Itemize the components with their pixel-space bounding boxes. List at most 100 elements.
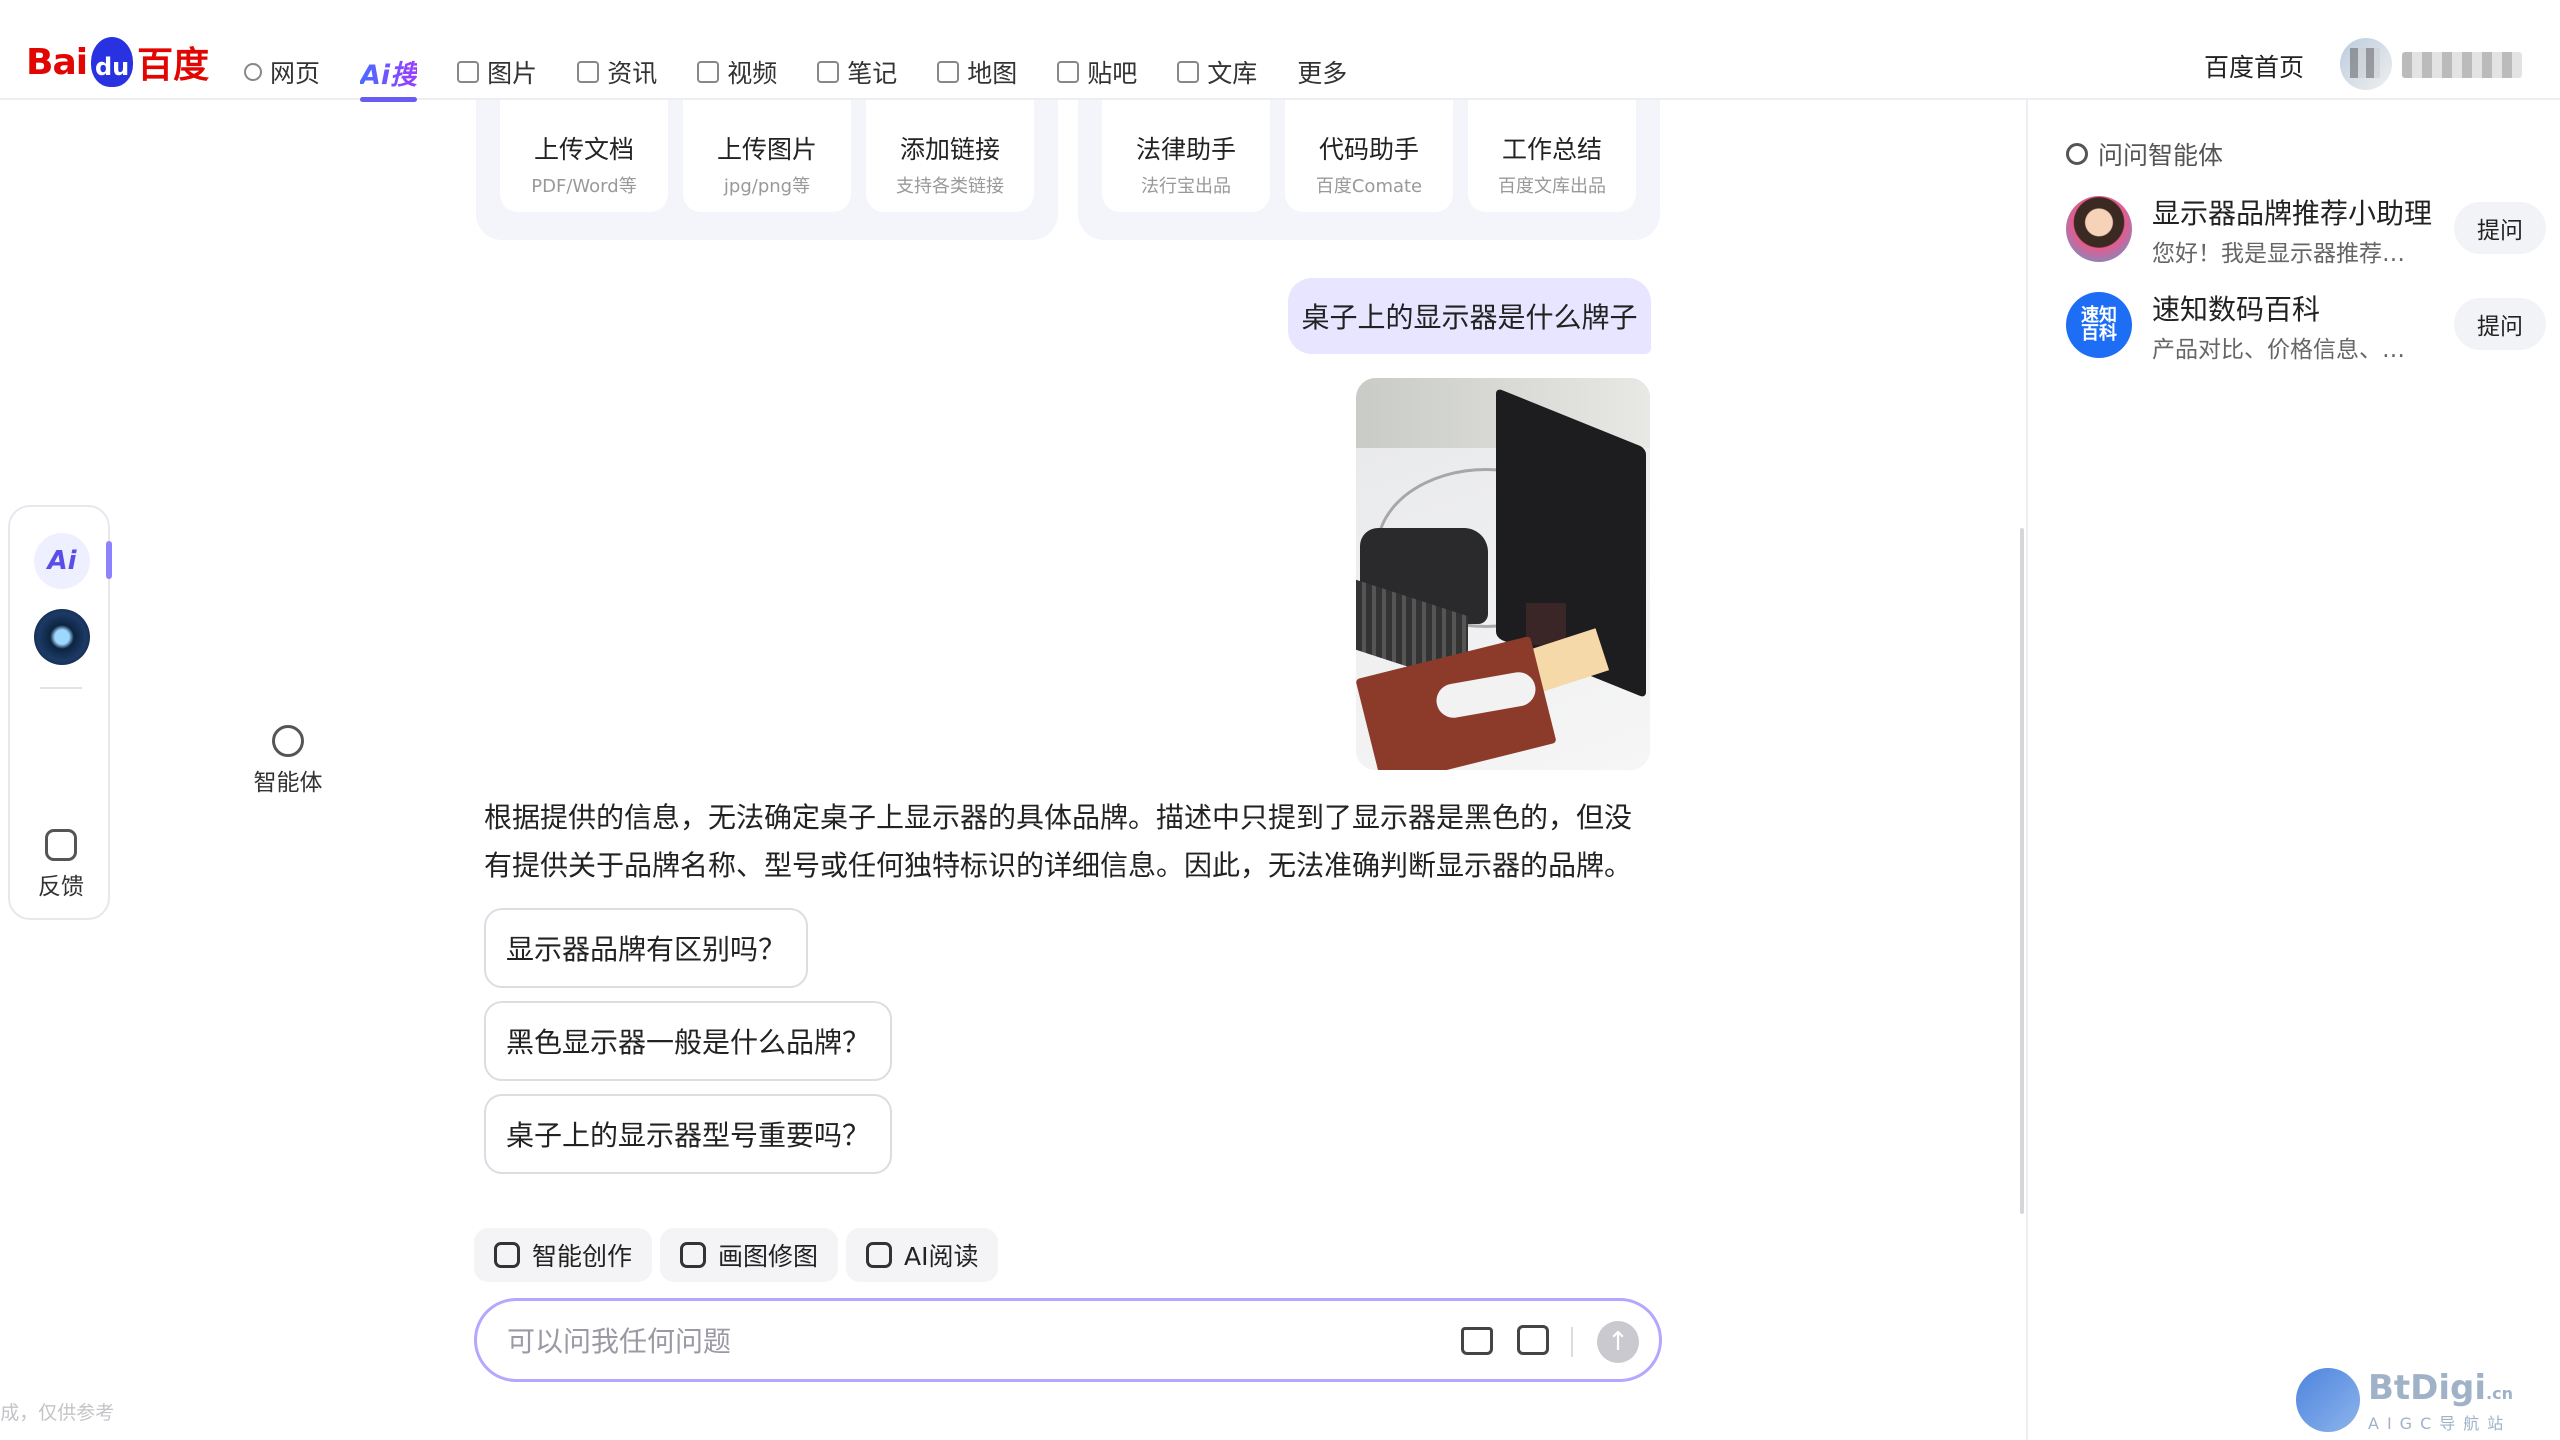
nav-label: 网页 — [270, 59, 321, 88]
nav-label: 更多 — [1297, 59, 1348, 88]
ask-button[interactable]: 提问 — [2454, 298, 2546, 350]
card-subtitle: jpg/png等 — [723, 176, 811, 197]
bot-avatar-button[interactable] — [34, 609, 90, 665]
send-button[interactable]: ↑ — [1597, 1321, 1639, 1363]
nav-tabs: 网页 Ai搜 图片 资讯 视频 笔记 地图 贴吧 文库 更多 — [244, 52, 1387, 102]
suggestion-chip[interactable]: 桌子上的显示器型号重要吗？ — [484, 1094, 893, 1174]
nav-notes[interactable]: 笔记 — [817, 52, 897, 92]
logo-text-du: du — [94, 53, 130, 81]
nav-tieba[interactable]: 贴吧 — [1057, 52, 1137, 92]
tieba-icon — [1057, 61, 1080, 83]
divider — [40, 687, 82, 689]
watermark-name: BtDigi — [2368, 1368, 2487, 1408]
chat-input[interactable] — [507, 1319, 1407, 1363]
divider — [1571, 1327, 1573, 1357]
skill-draw-edit[interactable]: 画图修图 — [660, 1228, 839, 1282]
agent-item[interactable]: 显示器品牌推荐小助理 您好！我是显示器推荐… 提问 — [2066, 192, 2546, 267]
agent-name: 显示器品牌推荐小助理 — [2152, 197, 2433, 230]
ask-button[interactable]: 提问 — [2454, 202, 2546, 254]
card-title: 代码助手 — [1318, 135, 1419, 164]
nav-label: 视频 — [727, 59, 778, 88]
card-subtitle: 法行宝出品 — [1141, 176, 1231, 197]
book-icon — [866, 1242, 892, 1268]
watermark-title: BtDigi.cn — [2368, 1368, 2513, 1408]
upload-doc-card[interactable]: 上传文档 PDF/Word等 — [500, 100, 668, 212]
agent-check-icon — [2066, 143, 2088, 165]
nav-news[interactable]: 资讯 — [577, 52, 657, 92]
feedback-label: 反馈 — [38, 874, 84, 900]
skill-label: 智能创作 — [532, 1242, 633, 1271]
agent-avatar — [2066, 196, 2132, 262]
library-icon — [1177, 61, 1200, 83]
nav-label: 地图 — [967, 59, 1018, 88]
upload-image-card[interactable]: 上传图片 jpg/png等 — [683, 100, 851, 212]
card-subtitle: 百度文库出品 — [1498, 176, 1606, 197]
map-icon — [937, 61, 960, 83]
nav-more[interactable]: 更多 — [1297, 52, 1347, 92]
agent-name: 速知数码百科 — [2152, 293, 2321, 326]
card-title: 法律助手 — [1135, 135, 1236, 164]
card-title: 添加链接 — [899, 135, 1000, 164]
ai-disclaimer: 内容由AI生成，仅供参考 — [0, 1398, 2200, 1425]
nav-images[interactable]: 图片 — [457, 52, 537, 92]
baidu-home-link[interactable]: 百度首页 — [2204, 48, 2304, 84]
skill-ai-read[interactable]: AI阅读 — [846, 1228, 999, 1282]
nav-video[interactable]: 视频 — [697, 52, 777, 92]
add-link-card[interactable]: 添加链接 支持各类链接 — [866, 100, 1034, 212]
nav-map[interactable]: 地图 — [937, 52, 1017, 92]
agent-label: 智能体 — [253, 770, 323, 796]
nav-ai-search[interactable]: Ai搜 — [360, 52, 418, 102]
assistants-panel: 法律助手 法行宝出品 代码助手 百度Comate 工作总结 百度文库出品 — [1078, 100, 1660, 240]
skill-label: AI阅读 — [904, 1242, 979, 1271]
scrollbar[interactable] — [2020, 528, 2024, 1214]
watermark-suffix: .cn — [2486, 1384, 2513, 1403]
nav-web[interactable]: 网页 — [244, 52, 320, 92]
feedback-button[interactable]: 反馈 — [10, 829, 112, 901]
panel-title-text: 问问智能体 — [2098, 141, 2224, 170]
top-nav-bar: Bai du 百度 网页 Ai搜 图片 资讯 视频 笔记 地图 贴吧 文库 更多… — [0, 0, 2560, 102]
avatar[interactable] — [2340, 38, 2392, 90]
video-icon — [697, 61, 720, 83]
ai-search-button[interactable]: Ai — [34, 533, 90, 589]
watermark-subtitle: AIGC导航站 — [2368, 1414, 2512, 1433]
nav-library[interactable]: 文库 — [1177, 52, 1257, 92]
agent-avatar: 速知百科 — [2066, 292, 2132, 358]
logo-text-bai: Bai — [26, 41, 88, 83]
active-indicator — [106, 541, 112, 579]
skill-label: 画图修图 — [718, 1242, 819, 1271]
nav-label: 文库 — [1207, 59, 1258, 88]
folder-icon[interactable] — [1461, 1327, 1493, 1355]
card-title: 工作总结 — [1501, 135, 1602, 164]
suggestion-chip[interactable]: 显示器品牌有区别吗？ — [484, 908, 809, 988]
card-subtitle: 百度Comate — [1315, 176, 1423, 197]
uploaded-photo[interactable] — [1356, 378, 1650, 770]
page: Bai du 百度 网页 Ai搜 图片 资讯 视频 笔记 地图 贴吧 文库 更多… — [0, 0, 2560, 1440]
agent-icon — [272, 725, 304, 757]
image-upload-icon[interactable] — [1517, 1325, 1549, 1355]
ai-answer-text: 根据提供的信息，无法确定桌子上显示器的具体品牌。描述中只提到了显示器是黑色的，但… — [484, 801, 1633, 882]
nav-label: 贴吧 — [1087, 59, 1138, 88]
suggestion-chip[interactable]: 黑色显示器一般是什么品牌？ — [484, 1001, 893, 1081]
nav-label: 图片 — [487, 59, 538, 88]
edit-icon — [494, 1242, 520, 1268]
baidu-logo[interactable]: Bai du 百度 — [26, 34, 209, 90]
right-panel: 问问智能体 显示器品牌推荐小助理 您好！我是显示器推荐… 提问 速知百科 速知数… — [2026, 100, 2560, 1440]
news-icon — [577, 61, 600, 83]
avatar-text: 速知百科 — [2081, 305, 2117, 344]
code-assistant-card[interactable]: 代码助手 百度Comate — [1285, 100, 1453, 212]
card-subtitle: 支持各类链接 — [896, 176, 1004, 197]
skill-smart-create[interactable]: 智能创作 — [474, 1228, 653, 1282]
chat-input-box: ↑ — [474, 1298, 1662, 1382]
logo-text-baidu: 百度 — [137, 45, 210, 86]
nav-label: Ai搜 — [360, 53, 417, 92]
search-icon — [244, 63, 262, 81]
agent-item[interactable]: 速知百科 速知数码百科 产品对比、价格信息、… 提问 — [2066, 288, 2546, 363]
work-summary-card[interactable]: 工作总结 百度文库出品 — [1468, 100, 1636, 212]
disclaimer-text: 内容由AI生成，仅供参考 — [0, 1402, 115, 1424]
law-assistant-card[interactable]: 法律助手 法行宝出品 — [1102, 100, 1270, 212]
user-name-blurred[interactable] — [2402, 52, 2522, 78]
watermark-logo: BtDigi.cn AIGC导航站 — [2296, 1366, 2536, 1436]
agent-desc: 您好！我是显示器推荐… — [2152, 241, 2405, 267]
agent-button[interactable]: 智能体 — [48, 725, 528, 797]
card-title: 上传图片 — [716, 135, 817, 164]
